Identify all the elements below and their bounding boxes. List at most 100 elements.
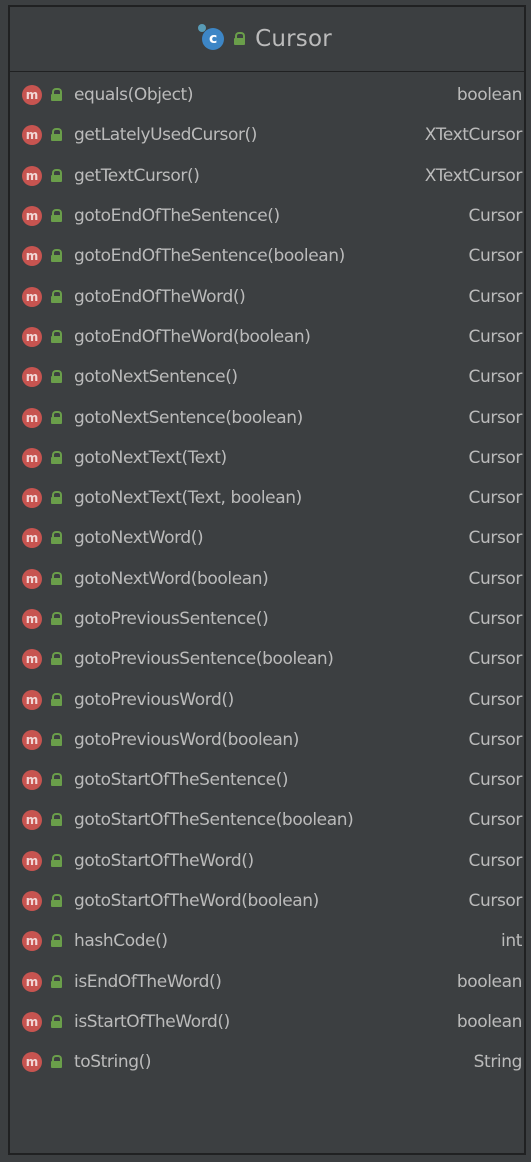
method-name: getLatelyUsedCursor(): [74, 125, 258, 146]
method-icon: m: [22, 407, 42, 428]
method-name: gotoStartOfTheWord(boolean): [74, 891, 319, 912]
method-name: gotoNextText(Text, boolean): [74, 488, 302, 509]
public-lock-icon: [51, 491, 62, 505]
return-type: Cursor: [468, 326, 523, 347]
public-lock-icon: [51, 289, 62, 304]
method-name: gotoEndOfTheWord(): [74, 286, 246, 307]
method-icon: m: [22, 85, 42, 106]
return-type: boolean: [456, 85, 523, 106]
method-name: toString(): [74, 1052, 152, 1073]
method-row[interactable]: m gotoPreviousWord() Cursor: [10, 679, 524, 719]
method-icon: m: [22, 246, 42, 267]
method-row[interactable]: m getLatelyUsedCursor() XTextCursor: [10, 115, 524, 155]
public-lock-icon: [51, 249, 62, 263]
method-row[interactable]: m gotoPreviousWord(boolean) Cursor: [10, 720, 524, 760]
method-row[interactable]: m gotoPreviousSentence(boolean) Cursor: [10, 639, 524, 679]
return-type: Cursor: [468, 488, 523, 509]
return-type: Cursor: [468, 447, 523, 468]
return-type: int: [501, 931, 522, 952]
method-row[interactable]: m gotoEndOfTheSentence(boolean) Cursor: [10, 236, 524, 276]
method-row[interactable]: m gotoNextSentence() Cursor: [10, 357, 524, 397]
method-name: isEndOfTheWord(): [74, 971, 222, 992]
return-type: Cursor: [468, 407, 523, 428]
return-type: Cursor: [468, 286, 523, 307]
method-name: gotoPreviousSentence(): [74, 609, 269, 629]
return-type: String: [473, 1052, 523, 1073]
return-type: Cursor: [468, 609, 523, 629]
method-row[interactable]: m gotoNextText(Text) Cursor: [10, 438, 524, 478]
method-row[interactable]: m gotoStartOfTheSentence() Cursor: [10, 760, 524, 800]
method-row[interactable]: m gotoEndOfTheWord(boolean) Cursor: [10, 317, 524, 357]
public-lock-icon: [51, 531, 62, 545]
return-type: Cursor: [468, 367, 523, 388]
method-icon: m: [22, 286, 42, 307]
return-type: Cursor: [468, 649, 523, 670]
method-row[interactable]: m toString() String: [10, 1042, 524, 1082]
method-name: gotoEndOfTheSentence(boolean): [74, 246, 345, 267]
method-icon: m: [22, 971, 42, 992]
public-lock-icon: [51, 773, 62, 787]
method-icon: m: [22, 165, 42, 186]
method-name: isStartOfTheWord(): [74, 1011, 230, 1032]
return-type: Cursor: [468, 770, 523, 791]
public-lock-icon: [51, 168, 62, 183]
public-lock-icon: [51, 410, 62, 425]
method-row[interactable]: m gotoStartOfTheSentence(boolean) Cursor: [10, 800, 524, 840]
method-icon: m: [22, 649, 42, 670]
public-lock-icon: [51, 571, 62, 586]
method-name: gotoStartOfTheSentence(): [74, 770, 289, 791]
method-icon: m: [22, 568, 42, 589]
method-icon: m: [22, 850, 42, 871]
method-icon: m: [22, 528, 42, 549]
method-row[interactable]: m equals(Object) boolean: [10, 75, 524, 115]
public-lock-icon: [51, 88, 62, 102]
method-name: gotoEndOfTheWord(boolean): [74, 326, 311, 347]
method-name: gotoNextWord(): [74, 528, 204, 549]
method-row[interactable]: m gotoNextWord(boolean) Cursor: [10, 559, 524, 599]
public-lock-icon: [51, 934, 62, 948]
method-name: gotoNextSentence(): [74, 367, 238, 388]
return-type: Cursor: [468, 810, 523, 831]
method-icon: m: [22, 729, 42, 750]
method-name: gotoPreviousWord(): [74, 689, 234, 710]
method-row[interactable]: m gotoNextWord() Cursor: [10, 518, 524, 558]
method-icon: m: [22, 447, 42, 468]
public-lock-icon: [51, 692, 62, 707]
method-icon: m: [22, 206, 42, 227]
method-row[interactable]: m getTextCursor() XTextCursor: [10, 156, 524, 196]
method-icon: m: [22, 770, 42, 791]
method-row[interactable]: m gotoStartOfTheWord() Cursor: [10, 841, 524, 881]
method-icon: m: [22, 125, 42, 146]
method-name: gotoPreviousSentence(boolean): [74, 649, 334, 670]
return-type: XTextCursor: [424, 165, 523, 186]
method-icon: m: [22, 1011, 42, 1032]
method-name: gotoNextSentence(boolean): [74, 407, 303, 428]
method-icon: m: [22, 326, 42, 347]
method-name: gotoStartOfTheSentence(boolean): [74, 810, 354, 831]
method-icon: m: [22, 810, 42, 831]
public-lock-icon: [51, 450, 62, 465]
method-icon: m: [22, 1052, 42, 1073]
return-type: Cursor: [468, 891, 523, 912]
method-icon: m: [22, 367, 42, 388]
public-lock-icon: [51, 974, 62, 989]
return-type: Cursor: [468, 246, 523, 267]
public-lock-icon: [51, 652, 62, 666]
return-type: Cursor: [468, 729, 523, 750]
method-name: gotoNextText(Text): [74, 447, 227, 468]
method-row[interactable]: m gotoStartOfTheWord(boolean) Cursor: [10, 881, 524, 921]
class-title: Cursor: [255, 26, 332, 52]
class-header[interactable]: c Cursor: [10, 7, 524, 72]
method-row[interactable]: m gotoEndOfTheSentence() Cursor: [10, 196, 524, 236]
method-row[interactable]: m gotoPreviousSentence() Cursor: [10, 599, 524, 639]
method-row[interactable]: m gotoEndOfTheWord() Cursor: [10, 276, 524, 316]
public-lock-icon: [51, 732, 62, 747]
public-lock-icon: [51, 1014, 62, 1029]
method-row[interactable]: m gotoNextSentence(boolean) Cursor: [10, 397, 524, 437]
method-row[interactable]: m hashCode() int: [10, 921, 524, 961]
method-row[interactable]: m gotoNextText(Text, boolean) Cursor: [10, 478, 524, 518]
method-icon: m: [22, 689, 42, 710]
method-name: gotoStartOfTheWord(): [74, 850, 254, 871]
method-row[interactable]: m isStartOfTheWord() boolean: [10, 1002, 524, 1042]
method-row[interactable]: m isEndOfTheWord() boolean: [10, 962, 524, 1002]
